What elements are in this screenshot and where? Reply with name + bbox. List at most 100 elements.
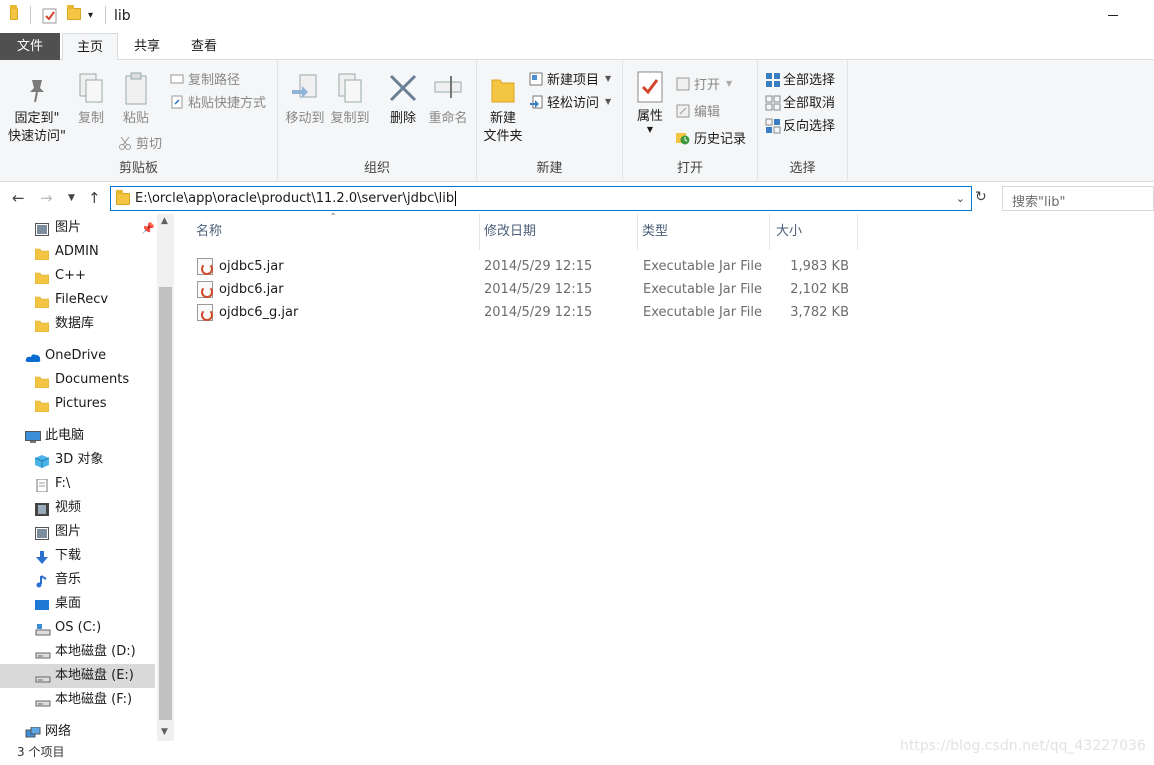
tab-file[interactable]: 文件 (0, 33, 60, 60)
tab-view[interactable]: 查看 (176, 33, 232, 60)
invert-selection-button[interactable]: 反向选择 (765, 115, 835, 134)
delete-button[interactable]: 删除 (382, 72, 424, 128)
sidebar-item[interactable]: FileRecv (0, 288, 155, 312)
forward-arrow-icon[interactable]: → (40, 189, 53, 207)
minimize-button[interactable] (1108, 15, 1118, 16)
open-group-label: 打开 (676, 161, 703, 176)
new-folder-quick-icon[interactable] (67, 5, 81, 20)
sidebar-item[interactable]: OneDrive (0, 344, 155, 368)
file-row[interactable]: ojdbc6_g.jar 2014/5/29 12:15 Executable … (194, 301, 859, 324)
copy-path-icon (170, 72, 184, 86)
network-icon (25, 725, 41, 738)
organize-group: 移动到 复制到 删除 重命名 组织 (278, 60, 477, 180)
column-header-type[interactable]: 类型 (638, 214, 770, 250)
copy-path-button[interactable]: 复制路径 (170, 69, 240, 88)
new-item-button[interactable]: 新建项目 ▼ (529, 69, 611, 88)
history-button[interactable]: 历史记录 (676, 128, 746, 147)
paste-button[interactable]: 粘贴 (116, 72, 156, 128)
address-dropdown-chevron-icon[interactable]: ⌄ (956, 192, 965, 205)
cut-label: 剪切 (136, 137, 163, 152)
search-input[interactable]: 搜索"lib" (1002, 186, 1154, 211)
file-row[interactable]: ojdbc5.jar 2014/5/29 12:15 Executable Ja… (194, 255, 859, 278)
move-to-button[interactable]: 移动到 (284, 72, 326, 128)
sidebar-item-label: C++ (55, 268, 86, 283)
copy-icon (76, 72, 106, 106)
back-arrow-icon[interactable]: ← (12, 189, 25, 207)
computer-icon (25, 429, 41, 443)
sidebar-item[interactable]: 图片 (0, 216, 155, 240)
scroll-down-icon[interactable]: ▼ (161, 727, 168, 737)
file-size: 3,782 KB (790, 305, 849, 320)
sidebar-item[interactable]: 3D 对象 (0, 448, 155, 472)
recent-locations-chevron-icon[interactable]: ▼ (68, 193, 75, 203)
text-caret (455, 191, 457, 206)
pin-quick-access-button[interactable]: 固定到" 快速访问" (6, 72, 68, 146)
column-header-date[interactable]: 修改日期 (480, 214, 638, 250)
sidebar-item[interactable]: OS (C:) (0, 616, 155, 640)
sidebar-item[interactable]: 桌面 (0, 592, 155, 616)
sidebar-item[interactable]: 本地磁盘 (F:) (0, 688, 155, 712)
sidebar-item[interactable]: Documents (0, 368, 155, 392)
select-all-button[interactable]: 全部选择 (765, 69, 835, 88)
sidebar-item[interactable]: 本地磁盘 (E:) (0, 664, 155, 688)
column-type-label: 类型 (642, 224, 669, 239)
properties-button[interactable]: 属性 ▼ (629, 70, 671, 134)
address-text-wrap: E:\orcle\app\oracle\product\11.2.0\serve… (135, 191, 457, 206)
column-header-size[interactable]: 大小 (770, 214, 858, 250)
file-type: Executable Jar File (643, 282, 762, 297)
sidebar-item[interactable]: 此电脑 (0, 424, 155, 448)
edit-button[interactable]: 编辑 (676, 101, 720, 120)
pin-label-1: 固定到" (14, 111, 60, 126)
sidebar-item-label: 下载 (55, 548, 82, 563)
rename-button[interactable]: 重命名 (426, 72, 470, 128)
jar-file-icon (197, 281, 213, 298)
folder-icon (34, 269, 50, 285)
folder-icon (34, 317, 50, 333)
new-folder-button[interactable]: 新建 文件夹 (481, 72, 525, 146)
sidebar-item[interactable]: 本地磁盘 (D:) (0, 640, 155, 664)
paste-shortcut-button[interactable]: 粘贴快捷方式 (170, 92, 266, 111)
folder-icon (116, 190, 130, 205)
nav-scrollbar[interactable]: ▲ ▼ (157, 214, 174, 741)
select-none-button[interactable]: 全部取消 (765, 92, 835, 111)
tab-share[interactable]: 共享 (120, 33, 174, 60)
file-row[interactable]: ojdbc6.jar 2014/5/29 12:15 Executable Ja… (194, 278, 859, 301)
new-item-label: 新建项目 (547, 73, 600, 88)
up-arrow-icon[interactable]: ↑ (88, 189, 101, 207)
easy-access-button[interactable]: 轻松访问 ▼ (529, 92, 611, 111)
scrollbar-thumb[interactable] (159, 287, 172, 720)
sidebar-item[interactable]: 音乐 (0, 568, 155, 592)
sidebar-item[interactable]: 视频 (0, 496, 155, 520)
sidebar-item[interactable]: ADMIN (0, 240, 155, 264)
sidebar-item[interactable]: C++ (0, 264, 155, 288)
copy-to-button[interactable]: 复制到 (328, 72, 372, 128)
sidebar-item-label: 本地磁盘 (D:) (55, 644, 136, 659)
open-button[interactable]: 打开 ▼ (676, 74, 732, 93)
onedrive-icon (25, 349, 41, 362)
desktop-icon (35, 597, 49, 610)
sidebar-item[interactable]: 数据库 (0, 312, 155, 336)
cut-button[interactable]: 剪切 (118, 133, 162, 152)
paste-icon (121, 72, 151, 106)
sidebar-item-label: 数据库 (55, 316, 95, 331)
sidebar-item-label: FileRecv (55, 292, 109, 307)
column-header-name[interactable]: 名称 (190, 214, 480, 250)
move-to-icon (290, 72, 320, 106)
file-date: 2014/5/29 12:15 (484, 305, 593, 320)
select-group: 全部选择 全部取消 反向选择 选择 (758, 60, 848, 180)
refresh-icon[interactable]: ↻ (975, 189, 987, 205)
copy-button[interactable]: 复制 (72, 72, 110, 128)
customize-quick-access-icon[interactable]: ▾ (88, 10, 93, 21)
drive-icon (35, 693, 51, 707)
search-placeholder: 搜索"lib" (1012, 195, 1066, 210)
tab-home[interactable]: 主页 (62, 33, 118, 61)
sidebar-item[interactable]: Pictures (0, 392, 155, 416)
sidebar-item[interactable]: 下载 (0, 544, 155, 568)
properties-label: 属性 (636, 109, 663, 124)
sidebar-item[interactable]: 图片 (0, 520, 155, 544)
sidebar-item[interactable]: F:\ (0, 472, 155, 496)
properties-quick-icon[interactable] (42, 8, 57, 24)
scroll-up-icon[interactable]: ▲ (161, 216, 168, 226)
rename-icon (433, 72, 463, 106)
address-input[interactable]: E:\orcle\app\oracle\product\11.2.0\serve… (110, 186, 972, 211)
